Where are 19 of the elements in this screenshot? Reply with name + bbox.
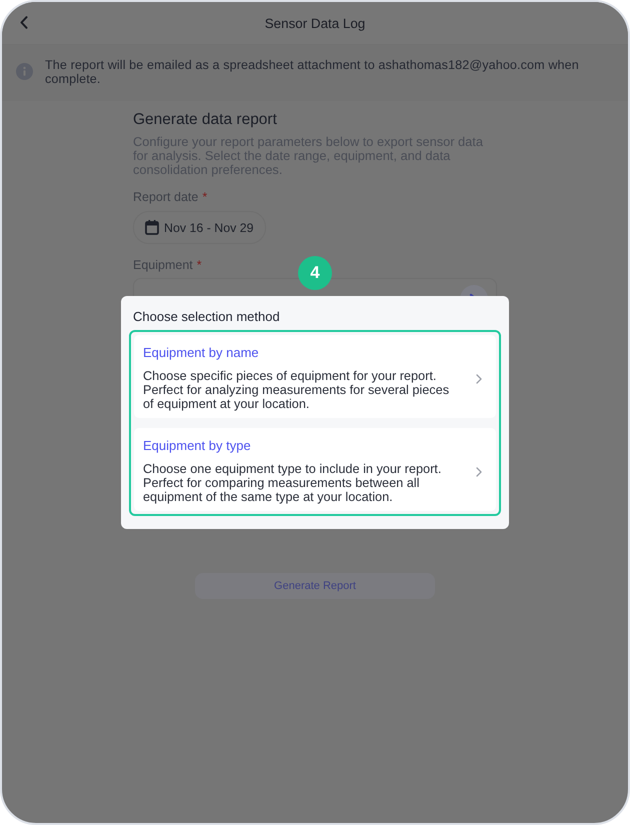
chevron-right-icon — [476, 467, 482, 477]
option-card[interactable]: Equipment by name Choose specific pieces of equipment for your report. Perfect for analyzing measurements for several pieces of equipment at your location. — [134, 335, 496, 418]
option-title: Equipment by type — [143, 438, 252, 454]
option-description: Choose one equipment type to include in your report. Perfect for comparing measurements between all equipment of the same type at your location. — [143, 462, 442, 504]
date-range-button[interactable]: Nov 16 - Nov 29 — [133, 211, 266, 244]
step-marker: 4 — [298, 256, 332, 290]
banner-text: The report will be emailed as a spreadsheet attachment to ashathomas182@yahoo.com when complete. — [45, 58, 580, 86]
screen-title: Sensor Data Log — [264, 16, 366, 30]
form-heading: Generate data report — [133, 110, 277, 130]
option-title: Equipment by name — [143, 345, 260, 361]
option-description: Choose specific pieces of equipment for your report. Perfect for analyzing measurements for several pieces of equipment at your location. — [143, 369, 450, 411]
field-label: Report date * — [133, 189, 208, 205]
dialog-title: Choose selection method — [132, 309, 281, 325]
option-card[interactable]: Equipment by type Choose one equipment type to include in your report. Perfect for comparing measurements between all equipment of the same type at your location. — [134, 428, 496, 511]
field-label: Equipment * — [133, 257, 202, 273]
info-icon — [16, 63, 33, 80]
calendar-icon — [145, 220, 159, 235]
chevron-right-icon — [476, 374, 482, 384]
chevron-left-icon — [20, 16, 28, 29]
